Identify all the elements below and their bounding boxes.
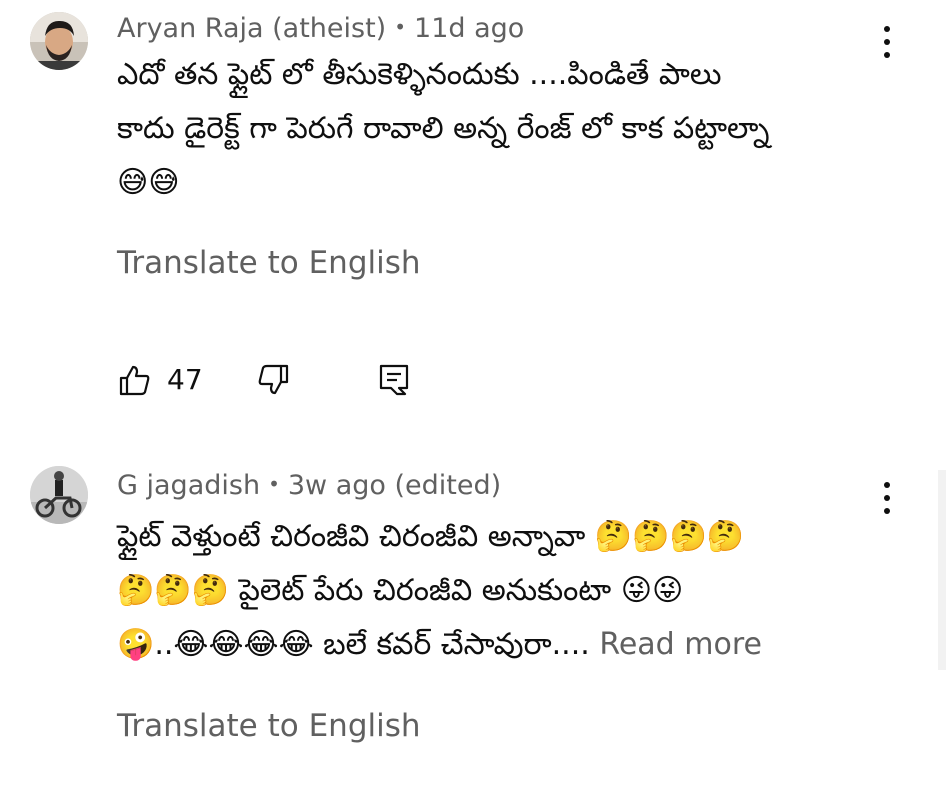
comment-time: 11d ago (414, 13, 525, 44)
comment-thread: G jagadish • 3w ago (edited) ఫ్లైట్ వెళ్తు… (0, 458, 946, 800)
comment-line: 🤔🤔🤔 పైలెట్ పేరు చిరంజీవి అనుకుంటా 😜😜 (117, 573, 684, 608)
translate-button[interactable]: Translate to English (117, 706, 421, 746)
avatar[interactable] (30, 466, 88, 524)
comment-line: ఫ్లైట్ వెళ్తుంటే చిరంజీవి చిరంజీవి అన్నా… (117, 519, 745, 554)
author-name[interactable]: Aryan Raja (atheist) (117, 13, 386, 44)
comment-time: 3w ago (edited) (287, 470, 502, 501)
bearded-man-avatar-icon (30, 12, 88, 70)
meta-separator: • (268, 472, 280, 496)
comment-actions: 47 (117, 360, 537, 400)
meta-separator: • (394, 15, 407, 39)
motorcycle-rider-avatar-icon (30, 466, 88, 524)
comment-line: ఎదో తన ఫ్లైట్ లో తీసుకెళ్ళినందుకు ....పి… (117, 57, 722, 92)
comment-thread: Aryan Raja (atheist) • 11d ago ఎదో తన ఫ్లై… (0, 0, 946, 440)
comment-line: కాదు డైరెక్ట్ గా పెరుగే రావాలి అన్న రేంజ… (117, 111, 770, 146)
reply-comment-icon[interactable] (377, 362, 413, 398)
thumbs-down-icon[interactable] (255, 362, 291, 398)
comment-meta: G jagadish • 3w ago (edited) (117, 467, 501, 503)
scrollbar[interactable] (938, 470, 946, 670)
comment-text: ఎదో తన ఫ్లైట్ లో తీసుకెళ్ళినందుకు ....పి… (117, 48, 907, 210)
author-name[interactable]: G jagadish (117, 470, 260, 501)
comment-emoji-line: 😅😅 (117, 165, 180, 200)
translate-button[interactable]: Translate to English (117, 243, 421, 283)
comment-text: ఫ్లైట్ వెళ్తుంటే చిరంజీవి చిరంజీవి అన్నా… (117, 510, 907, 672)
read-more-link[interactable]: Read more (599, 627, 762, 662)
thumbs-up-icon[interactable] (117, 362, 153, 398)
comments-page: Aryan Raja (atheist) • 11d ago ఎదో తన ఫ్లై… (0, 0, 946, 800)
like-count: 47 (167, 363, 203, 396)
comment-line-last: 🤪..😂😂😂😂 బలే కవర్ చేసావురా.... Read more (117, 618, 907, 672)
comment-line: 🤪..😂😂😂😂 బలే కవర్ చేసావురా.... (117, 627, 590, 662)
avatar[interactable] (30, 12, 88, 70)
comment-meta: Aryan Raja (atheist) • 11d ago (117, 10, 524, 46)
